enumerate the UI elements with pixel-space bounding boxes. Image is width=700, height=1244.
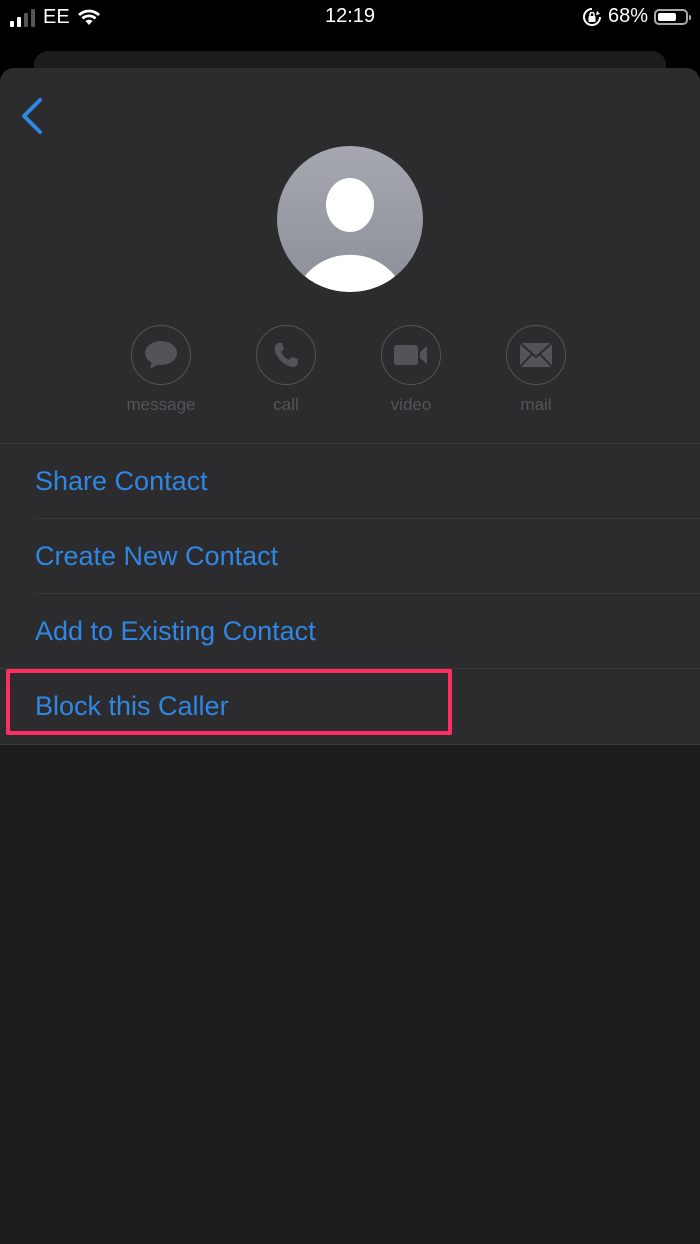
message-bubble-icon bbox=[145, 341, 177, 369]
envelope-icon bbox=[519, 342, 553, 368]
contact-sheet: message call video mail Share Contact Cr… bbox=[0, 68, 700, 1244]
call-action[interactable]: call bbox=[236, 325, 336, 415]
contact-header: message call video mail bbox=[0, 68, 700, 443]
avatar bbox=[277, 146, 423, 292]
chevron-left-icon bbox=[22, 98, 42, 134]
back-button[interactable] bbox=[16, 94, 50, 138]
battery-icon bbox=[654, 8, 691, 25]
battery-percent: 68% bbox=[607, 5, 648, 27]
create-new-contact-button[interactable]: Create New Contact bbox=[0, 519, 700, 594]
video-camera-icon bbox=[394, 345, 427, 365]
message-action[interactable]: message bbox=[111, 325, 211, 415]
add-to-existing-contact-button[interactable]: Add to Existing Contact bbox=[0, 594, 700, 669]
rotation-lock-icon bbox=[583, 7, 601, 26]
person-silhouette-icon bbox=[305, 178, 395, 292]
status-bar: EE 12:19 68% bbox=[0, 0, 700, 36]
share-contact-button[interactable]: Share Contact bbox=[0, 444, 700, 519]
phone-icon bbox=[274, 343, 298, 367]
block-caller-button[interactable]: Block this Caller bbox=[0, 669, 700, 744]
video-action[interactable]: video bbox=[361, 325, 461, 415]
mail-action[interactable]: mail bbox=[486, 325, 586, 415]
contact-menu: Share Contact Create New Contact Add to … bbox=[0, 443, 700, 744]
